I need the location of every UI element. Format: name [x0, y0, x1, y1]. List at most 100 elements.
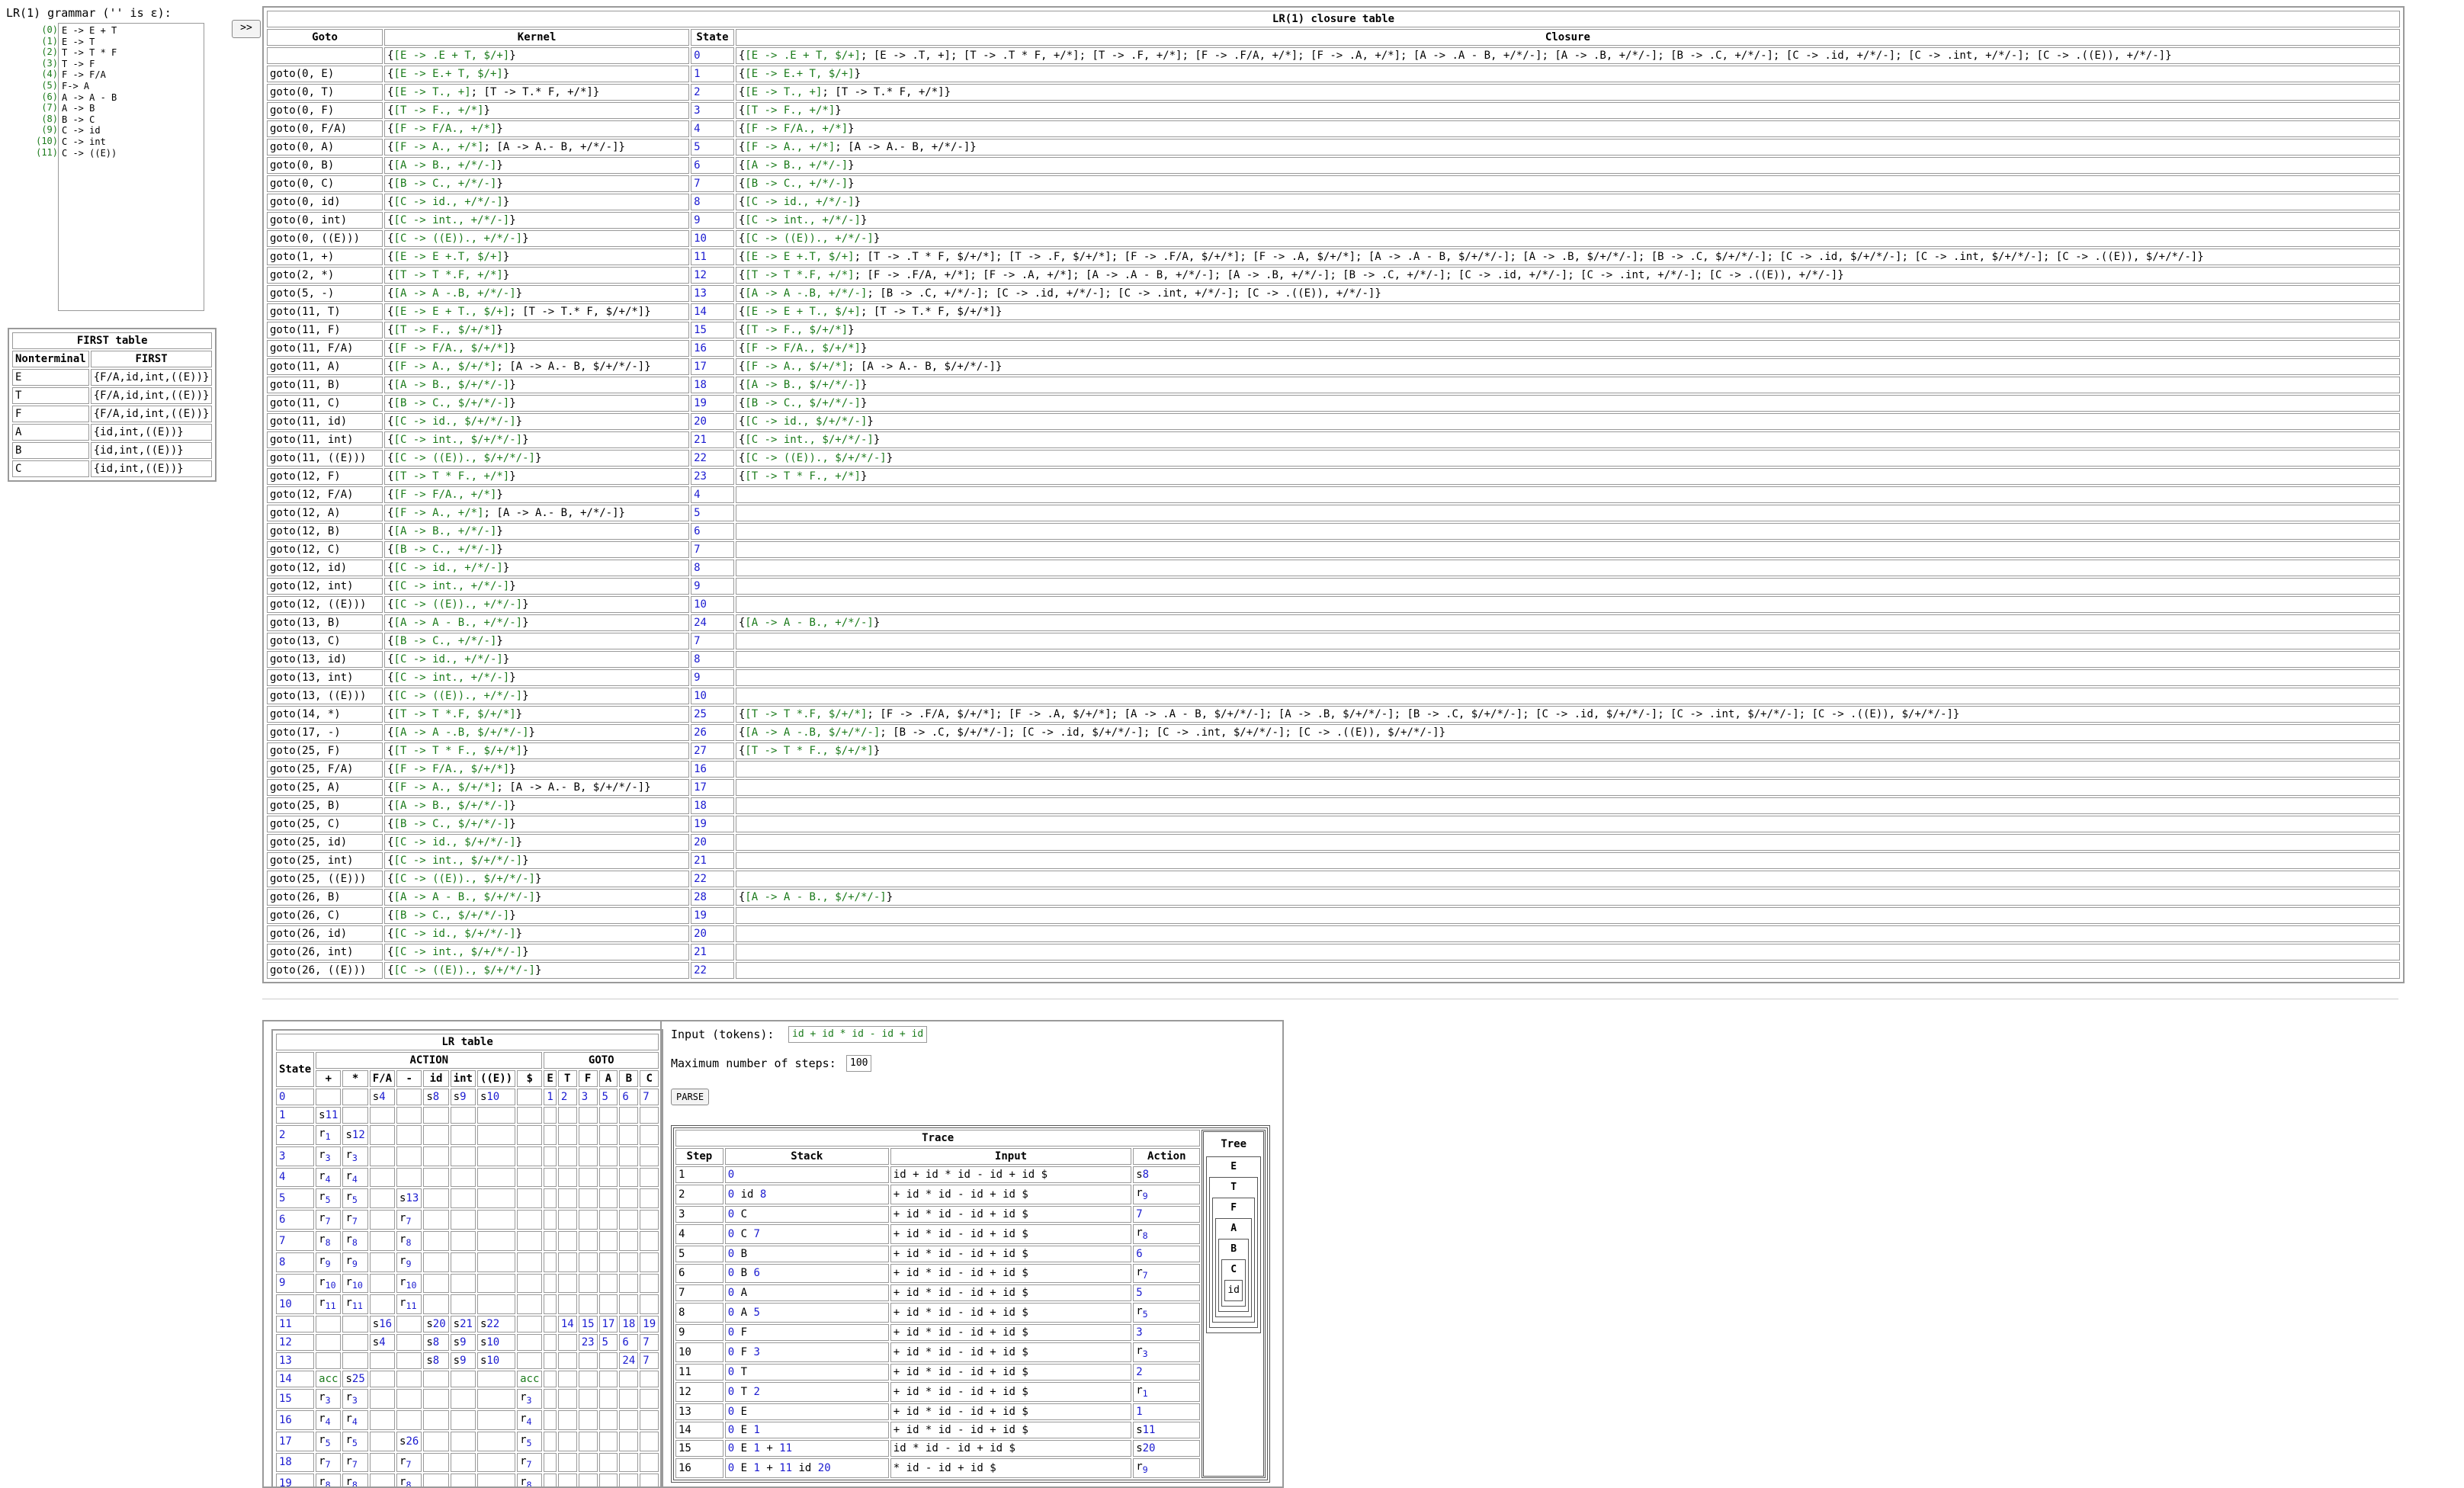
state-cell[interactable]: 6 — [691, 157, 734, 174]
state-cell[interactable]: 21 — [691, 944, 734, 960]
max-steps-input[interactable]: 100 — [846, 1055, 872, 1072]
trace-header: Step — [675, 1148, 723, 1165]
action-cell — [342, 1334, 368, 1352]
action-cell: r11 — [396, 1294, 422, 1315]
kernel-cell: {[A -> B., +/*/-]} — [384, 157, 690, 174]
closure-cell: {[E -> .E + T, $/+]; [E -> .T, +]; [T ->… — [735, 47, 2400, 64]
action-cell — [450, 1230, 476, 1251]
goto-cell — [544, 1107, 557, 1124]
action-cell — [396, 1352, 422, 1370]
state-cell[interactable]: 0 — [691, 47, 734, 64]
grammar-textarea[interactable]: E -> E + T E -> T T -> T * F T -> F F ->… — [58, 23, 204, 311]
state-cell[interactable]: 8 — [691, 194, 734, 210]
goto-cell: goto(13, C) — [267, 633, 383, 649]
state-cell[interactable]: 19 — [691, 395, 734, 412]
state-cell[interactable]: 23 — [691, 468, 734, 485]
state-cell[interactable]: 19 — [691, 816, 734, 832]
state-cell[interactable]: 28 — [691, 889, 734, 906]
state-cell[interactable]: 20 — [691, 925, 734, 942]
trace-header: Input — [890, 1148, 1132, 1165]
state-cell[interactable]: 13 — [691, 285, 734, 302]
state-cell[interactable]: 16 — [691, 340, 734, 357]
state-cell[interactable]: 2 — [691, 84, 734, 101]
lr-row: 1 s11 — [276, 1107, 659, 1124]
state-cell[interactable]: 20 — [691, 834, 734, 851]
state-cell[interactable]: 24 — [691, 614, 734, 631]
state-cell[interactable]: 22 — [691, 871, 734, 887]
state-cell[interactable]: 8 — [691, 651, 734, 668]
state-cell[interactable]: 10 — [691, 596, 734, 613]
state-cell[interactable]: 8 — [691, 560, 734, 576]
state-cell[interactable]: 17 — [691, 358, 734, 375]
goto-cell — [557, 1125, 577, 1145]
lr-item: [T -> F., $/+/*] — [393, 324, 497, 336]
state-cell[interactable]: 9 — [691, 578, 734, 595]
state-cell[interactable]: 1 — [691, 66, 734, 82]
state-cell[interactable]: 12 — [691, 267, 734, 284]
state-cell[interactable]: 27 — [691, 742, 734, 759]
state-cell[interactable]: 15 — [691, 322, 734, 338]
state-cell[interactable]: 6 — [691, 523, 734, 540]
state-cell[interactable]: 19 — [691, 907, 734, 924]
action-cell — [369, 1252, 396, 1272]
action-cell — [423, 1167, 449, 1188]
kernel-cell: {[E -> E + T., $/+]; [T -> T.* F, $/+/*]… — [384, 303, 690, 320]
lr-item: [C -> int., +/*/-] — [393, 580, 510, 592]
step-cell: 2 — [675, 1185, 723, 1204]
state-cell[interactable]: 11 — [691, 249, 734, 265]
state-cell[interactable]: 18 — [691, 377, 734, 393]
state-cell[interactable]: 21 — [691, 852, 734, 869]
state-cell[interactable]: 10 — [691, 688, 734, 704]
lr-item: [A -> A.- B, +/*/-] — [496, 507, 619, 519]
lr-item: [C -> ((E))., +/*/-] — [393, 232, 523, 245]
kernel-cell: {[A -> B., $/+/*/-]} — [384, 377, 690, 393]
state-cell[interactable]: 22 — [691, 962, 734, 979]
tokens-input[interactable]: id + id * id - id + id — [788, 1026, 928, 1043]
closure-cell — [735, 834, 2400, 851]
action-cell — [316, 1316, 342, 1333]
state-cell[interactable]: 14 — [691, 303, 734, 320]
goto-cell — [619, 1389, 639, 1409]
goto-cell: goto(25, C) — [267, 816, 383, 832]
state-cell[interactable]: 9 — [691, 212, 734, 229]
goto-cell — [544, 1125, 557, 1145]
trace-panel: Trace Tree E T F A B Cid Step Stack Input Action 1 0 i… — [671, 1125, 1270, 1483]
action-cell — [396, 1389, 422, 1409]
input-cell: + id * id - id + id $ — [890, 1223, 1132, 1244]
state-cell[interactable]: 4 — [691, 120, 734, 137]
state-cell[interactable]: 3 — [691, 102, 734, 119]
state-cell[interactable]: 16 — [691, 761, 734, 778]
state-cell[interactable]: 5 — [691, 505, 734, 521]
parse-button[interactable]: PARSE — [671, 1089, 710, 1105]
step-cell: 12 — [675, 1381, 723, 1402]
state-cell[interactable]: 10 — [691, 230, 734, 247]
state-cell[interactable]: 7 — [691, 541, 734, 558]
toggle-closure-button[interactable]: >> — [232, 20, 261, 38]
action-cell — [517, 1167, 543, 1188]
action-col-header: ((E)) — [476, 1070, 516, 1087]
lr-item: [E -> E.+ T, $/+] — [393, 68, 503, 80]
action-cell — [369, 1389, 396, 1409]
first-set-cell: {F/A,id,int,((E))} — [90, 387, 213, 404]
state-cell[interactable]: 21 — [691, 431, 734, 448]
state-cell[interactable]: 18 — [691, 797, 734, 814]
state-cell[interactable]: 4 — [691, 486, 734, 503]
state-cell[interactable]: 5 — [691, 139, 734, 156]
closure-table-title: LR(1) closure table — [267, 11, 2400, 27]
closure-table: LR(1) closure table Goto Kernel State Closur… — [262, 6, 2405, 983]
tree-panel: Tree E T F A B Cid — [1202, 1130, 1266, 1478]
grammar-editor: (0) (1) (2) (3) (4) (5) (6) (7) (8) (9) … — [6, 23, 207, 313]
state-cell[interactable]: 9 — [691, 669, 734, 686]
state-cell[interactable]: 26 — [691, 724, 734, 741]
goto-cell: goto(17, -) — [267, 724, 383, 741]
action-cell — [396, 1409, 422, 1430]
state-cell[interactable]: 7 — [691, 633, 734, 649]
state-cell[interactable]: 17 — [691, 779, 734, 796]
action-cell: r7 — [517, 1452, 543, 1473]
state-cell[interactable]: 25 — [691, 706, 734, 723]
state-cell[interactable]: 20 — [691, 413, 734, 430]
state-cell[interactable]: 7 — [691, 175, 734, 192]
grammar-label: LR(1) grammar ('' is ε): — [6, 6, 172, 20]
lr-item: [F -> A., $/+/*] — [393, 361, 497, 373]
state-cell[interactable]: 22 — [691, 450, 734, 467]
